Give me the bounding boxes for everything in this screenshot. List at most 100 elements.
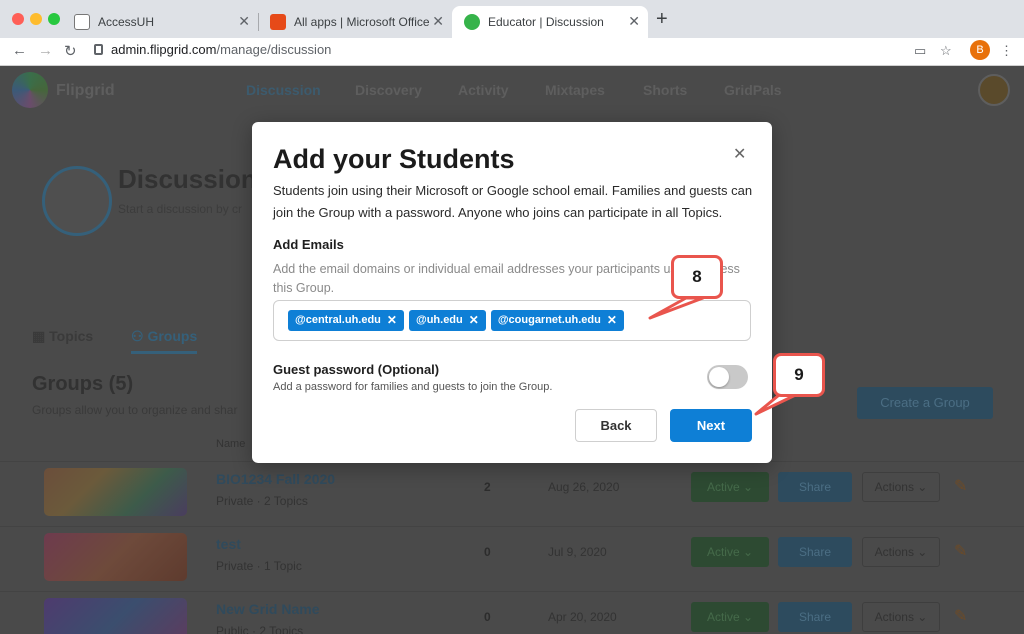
email-domains-input[interactable]: @central.uh.edu ✕ @uh.edu ✕ @cougarnet.uh.… [273,300,751,341]
group-date: Apr 20, 2020 [548,610,617,624]
tab-topics[interactable]: ▦ Topics [32,328,93,345]
nav-gridpals[interactable]: GridPals [724,82,782,98]
group-member-count: 0 [484,610,491,624]
guest-password-toggle[interactable] [707,365,748,389]
group-member-count: 2 [484,480,491,494]
close-tab-icon[interactable]: ✕ [238,13,250,30]
active-status-dropdown[interactable]: Active ⌄ [691,537,769,567]
share-button[interactable]: Share [778,537,852,567]
maximize-window-icon[interactable] [48,13,60,25]
table-row: test Private · 1 Topic 0 Jul 9, 2020 Act… [0,526,1024,591]
reload-icon[interactable]: ↻ [64,42,77,60]
nav-discovery[interactable]: Discovery [355,82,422,98]
next-button[interactable]: Next [670,409,752,442]
groups-title: Groups (5) [32,373,134,395]
back-button[interactable]: Back [575,409,657,442]
forward-arrow-icon[interactable]: → [38,42,53,59]
step-callout-9: 9 [773,353,825,397]
tab-title: AccessUH [98,15,155,29]
nav-activity[interactable]: Activity [458,82,509,98]
group-thumbnail[interactable] [44,598,187,634]
people-icon: ⚇ [131,328,148,344]
group-name[interactable]: BIO1234 Fall 2020 [216,471,335,487]
group-date: Aug 26, 2020 [548,480,620,494]
browser-tab-flipgrid[interactable]: Educator | Discussion ✕ [452,6,648,38]
remove-chip-icon[interactable]: ✕ [607,310,617,331]
minimize-window-icon[interactable] [30,13,42,25]
create-group-button[interactable]: Create a Group [857,387,993,419]
group-meta: Private · 2 Topics [216,494,308,508]
guest-password-hint: Add a password for families and guests t… [273,381,553,393]
share-button[interactable]: Share [778,472,852,502]
share-button[interactable]: Share [778,602,852,632]
actions-dropdown[interactable]: Actions ⌄ [862,472,940,502]
menu-kebab-icon[interactable]: ⋮ [1000,43,1013,59]
cast-icon[interactable]: ▭ [914,43,926,59]
group-thumbnail[interactable] [44,468,187,516]
chip-label: @cougarnet.uh.edu [497,314,601,326]
nav-mixtapes[interactable]: Mixtapes [545,82,605,98]
url-host: admin.flipgrid.com [111,42,217,57]
remove-chip-icon[interactable]: ✕ [469,310,479,331]
edit-pencil-icon[interactable]: ✎ [954,541,967,561]
step-callout-8: 8 [671,255,723,299]
tab-title: Educator | Discussion [488,15,604,29]
column-header-name: Name [216,438,246,450]
dialog-description: Students join using their Microsoft or G… [273,183,753,220]
toggle-knob [709,367,729,387]
actions-dropdown[interactable]: Actions ⌄ [862,602,940,632]
group-thumbnail[interactable] [44,533,187,581]
edit-pencil-icon[interactable]: ✎ [954,476,967,496]
actions-dropdown[interactable]: Actions ⌄ [862,537,940,567]
groups-subtitle: Groups allow you to organize and shar [32,403,238,417]
flipgrid-logo-icon [12,72,48,108]
office-favicon-icon [270,14,286,30]
close-icon[interactable]: ✕ [733,144,746,164]
table-row: New Grid Name Public · 2 Topics 0 Apr 20… [0,591,1024,634]
lock-icon [94,44,103,55]
email-chip: @cougarnet.uh.edu ✕ [490,310,624,331]
new-tab-plus-icon[interactable]: + [656,8,668,31]
profile-avatar[interactable]: B [970,40,990,60]
edit-pencil-icon[interactable]: ✎ [954,606,967,626]
nav-shorts[interactable]: Shorts [643,82,687,98]
brand-name: Flipgrid [56,82,115,99]
grid-icon: ▦ [32,328,50,344]
group-name[interactable]: test [216,536,241,552]
close-window-icon[interactable] [12,13,24,25]
bookmark-star-icon[interactable]: ☆ [940,43,952,59]
tab-label: Groups [147,328,198,344]
browser-tab-office[interactable]: All apps | Microsoft Office ✕ [258,6,452,38]
chip-label: @central.uh.edu [295,314,381,326]
discussion-chat-icon [42,166,112,236]
nav-discussion[interactable]: Discussion [246,82,321,98]
discussion-subtitle: Start a discussion by cr [118,202,243,216]
tab-groups[interactable]: ⚇ Groups [131,328,198,354]
close-tab-icon[interactable]: ✕ [432,13,444,30]
tab-label: Topics [49,328,94,344]
tab-title: All apps | Microsoft Office [294,15,430,29]
url-field[interactable]: admin.flipgrid.com/manage/discussion [94,42,331,57]
guest-password-label: Guest password (Optional) [273,362,440,377]
group-meta: Private · 1 Topic [216,559,302,573]
browser-tab-bar: AccessUH ✕ All apps | Microsoft Office ✕… [0,0,1024,38]
group-name[interactable]: New Grid Name [216,601,319,617]
email-chip: @central.uh.edu ✕ [288,310,404,331]
back-arrow-icon[interactable]: ← [12,42,27,59]
accessuh-favicon-icon [74,14,90,30]
remove-chip-icon[interactable]: ✕ [387,310,397,331]
active-status-dropdown[interactable]: Active ⌄ [691,472,769,502]
group-date: Jul 9, 2020 [548,545,607,559]
discussion-title: Discussion [118,164,257,194]
url-path: /manage/discussion [216,42,332,57]
chip-label: @uh.edu [415,314,463,326]
user-avatar[interactable] [978,74,1010,106]
group-member-count: 0 [484,545,491,559]
table-row: BIO1234 Fall 2020 Private · 2 Topics 2 A… [0,461,1024,526]
close-tab-icon[interactable]: ✕ [628,13,640,30]
browser-tab-accessuh[interactable]: AccessUH ✕ [62,6,258,38]
address-bar: ← → ↻ admin.flipgrid.com/manage/discussi… [0,38,1024,66]
email-chip: @uh.edu ✕ [408,310,486,331]
flipgrid-favicon-icon [464,14,480,30]
active-status-dropdown[interactable]: Active ⌄ [691,602,769,632]
